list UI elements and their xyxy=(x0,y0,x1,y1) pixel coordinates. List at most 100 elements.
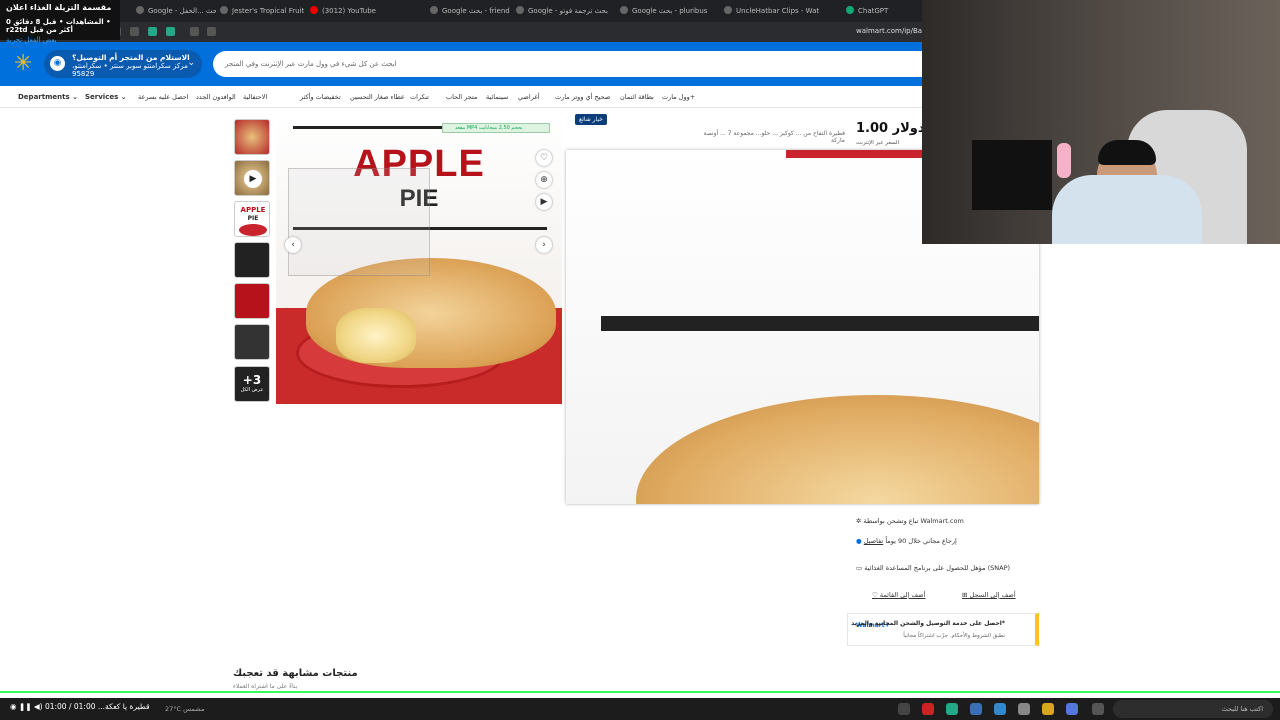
search-input[interactable]: ابحث عن كل شيء في وول مارت عبر الإنترنت … xyxy=(213,51,943,77)
nav-item[interactable]: احصل عليه بسرعة xyxy=(138,93,189,101)
heart-icon[interactable]: ♡ xyxy=(536,150,552,166)
sold-by: ✲ تباع وتشحن بواسطة Walmart.com xyxy=(856,517,964,525)
services-menu[interactable]: Services ⌄ xyxy=(85,93,127,101)
edge-icon[interactable] xyxy=(994,703,1006,715)
chevron-left-icon[interactable]: ‹ xyxy=(285,237,301,253)
gift-icon: ⊞ xyxy=(962,591,968,599)
delivery-selector[interactable]: ◉ الاستلام من المتجر أم التوصيل؟ مركز سك… xyxy=(44,50,202,78)
see-all-label: عرض الكل xyxy=(240,387,264,393)
nav-item[interactable]: وول مارت+ xyxy=(662,93,695,101)
browser-tab[interactable]: UncleHatbar Clips - Wat xyxy=(724,4,824,18)
pie-filling xyxy=(336,308,416,363)
app-icon[interactable] xyxy=(922,703,934,715)
returns-details-link[interactable]: تفاصيل xyxy=(864,537,883,545)
add-to-registry-button[interactable]: ⊞ أضف إلى السجل xyxy=(962,591,1016,599)
browser-tab[interactable]: ChatGPT xyxy=(846,4,906,18)
video-size-badge: مقعد MP4 بحجم 2.50 ميجابايت xyxy=(442,123,550,133)
weather-widget[interactable]: 27°C مشمس xyxy=(165,705,204,713)
folder-icon[interactable] xyxy=(1042,703,1054,715)
play-icon: ▶ xyxy=(244,170,262,188)
notification-title: مقسمة التزيلة الغذاء اعلان xyxy=(6,3,112,12)
video-thumbnail[interactable]: ▶ xyxy=(234,160,270,196)
browser-tab[interactable]: Google - بحث ...الحفل xyxy=(136,4,216,18)
notification-meta: المشاهدات • قبل 8 دقائق 0 • r22td أكثر م… xyxy=(6,18,111,34)
more-thumbnails[interactable]: +3 عرض الكل xyxy=(234,366,270,402)
notification-link[interactable]: بعض الفعل تجربة xyxy=(6,36,114,44)
extension-icon[interactable] xyxy=(148,27,157,36)
divider xyxy=(293,126,443,129)
walmart-spark-logo[interactable]: ✳ xyxy=(14,53,32,75)
task-view-icon[interactable] xyxy=(1092,703,1104,715)
zoom-icon[interactable]: ⊕ xyxy=(536,172,552,188)
similar-products-subtitle: بناءً على ما اشتراه العملاء xyxy=(233,683,298,690)
play-icon[interactable]: ▶ xyxy=(536,194,552,210)
delivery-title: الاستلام من المتجر أم التوصيل؟ xyxy=(72,53,190,62)
browser-tab[interactable]: Google بحث - friends xyxy=(430,4,510,18)
zoom-lens xyxy=(288,168,430,276)
heart-icon: ♡ xyxy=(872,591,878,599)
nav-item[interactable]: عطاء صغار التحسين xyxy=(350,93,405,101)
add-to-list-button[interactable]: ♡ أضف إلى القائمة xyxy=(872,591,925,599)
product-thumbnail[interactable] xyxy=(234,119,270,155)
nav-item[interactable]: الوافدون الجدد xyxy=(196,93,236,101)
price-note: السعر عبر الإنترنت xyxy=(856,140,900,146)
nav-item[interactable]: تخفيضات وأكثر xyxy=(300,93,341,101)
browser-tab[interactable]: Jester's Tropical Fruit Fam xyxy=(220,4,304,18)
star-icon[interactable] xyxy=(190,27,199,36)
returns-info: ● إرجاع مجاني خلال 90 يوماً تفاصيل xyxy=(856,537,957,545)
snap-info: ▭ مؤهل للحصول على برنامج المساعدة الغذائ… xyxy=(856,564,1011,572)
app-icon[interactable] xyxy=(1018,703,1030,715)
background-monitor xyxy=(972,140,1052,210)
thumb-plate xyxy=(239,224,267,236)
webcam-overlay xyxy=(922,0,1280,244)
app-icon[interactable] xyxy=(970,703,982,715)
product-thumbnail[interactable]: APPLE PIE xyxy=(234,201,270,237)
google-icon xyxy=(620,6,628,14)
youtube-icon xyxy=(310,6,318,14)
chatgpt-icon xyxy=(846,6,854,14)
browser-tab[interactable]: Google بحث - pluribus xyxy=(620,4,716,18)
media-time: 01:00 / 01:00 ...قطيرة يا كعكة xyxy=(44,702,150,711)
nav-item[interactable]: الاحتفالية xyxy=(243,93,267,101)
more-count: +3 xyxy=(242,373,262,387)
browser-tab[interactable]: Google - بحث ترجمة فوتو xyxy=(516,4,612,18)
google-icon xyxy=(516,6,524,14)
blanket xyxy=(1052,175,1202,244)
price: 1.00 دولار xyxy=(856,121,925,136)
walmart-plus-banner[interactable]: Walmart+ احصل على خدمة التوصيل والشحن ال… xyxy=(847,613,1039,646)
chrome-icon[interactable] xyxy=(946,703,958,715)
departments-menu[interactable]: Departments ⌄ xyxy=(18,93,78,101)
browser-tab[interactable]: (3012) YouTube xyxy=(310,4,400,18)
nav-item[interactable]: متجر الحاب xyxy=(446,93,477,101)
thumb-pie-label: PIE xyxy=(247,215,259,222)
zoom-red-accent xyxy=(786,150,926,158)
product-main-image[interactable]: APPLE PIE xyxy=(276,113,562,404)
forward-icon[interactable] xyxy=(130,27,139,36)
nav-item[interactable]: تنكرات xyxy=(410,93,429,101)
google-icon xyxy=(430,6,438,14)
product-thumbnail[interactable] xyxy=(234,324,270,360)
extension-icon[interactable] xyxy=(166,27,175,36)
play-pause-icon[interactable]: ◉ ❚❚ ◀) xyxy=(10,702,43,711)
settings-icon[interactable] xyxy=(898,703,910,715)
walmart-plus-terms: تطبق الشروط والأحكام. جرّب اشتراكاً مجان… xyxy=(903,633,1005,639)
progress-line xyxy=(0,691,1280,693)
zoom-pie-crust xyxy=(636,395,1039,504)
nav-item[interactable]: بطاقة ائتمان xyxy=(620,93,654,101)
media-player[interactable]: ◉ ❚❚ ◀) 01:00 / 01:00 ...قطيرة يا كعكة xyxy=(10,702,150,711)
address-bar[interactable]: walmart.com/ip/Banc xyxy=(856,27,930,35)
nav-item[interactable]: أغراضي xyxy=(518,93,540,101)
share-icon[interactable] xyxy=(207,27,216,36)
nav-item[interactable]: سينمائية xyxy=(486,93,508,101)
product-title: فطيرة التفاح من ... كوكيز ... حلو... مجم… xyxy=(575,130,845,144)
similar-products-heading: منتجات مشابهة قد تعجبك xyxy=(233,668,358,679)
pickup-icon: ◉ xyxy=(50,56,65,71)
product-thumbnail[interactable] xyxy=(234,242,270,278)
microphone xyxy=(1057,143,1071,178)
chevron-right-icon[interactable]: › xyxy=(536,237,552,253)
app-icon[interactable] xyxy=(1066,703,1078,715)
brand-link[interactable]: ماركة xyxy=(575,137,845,144)
product-thumbnail[interactable] xyxy=(234,283,270,319)
nav-item[interactable]: صحيح أي ووتر مارت xyxy=(555,93,610,101)
taskbar-search[interactable]: اكتب هنا للبحث xyxy=(1113,700,1273,718)
